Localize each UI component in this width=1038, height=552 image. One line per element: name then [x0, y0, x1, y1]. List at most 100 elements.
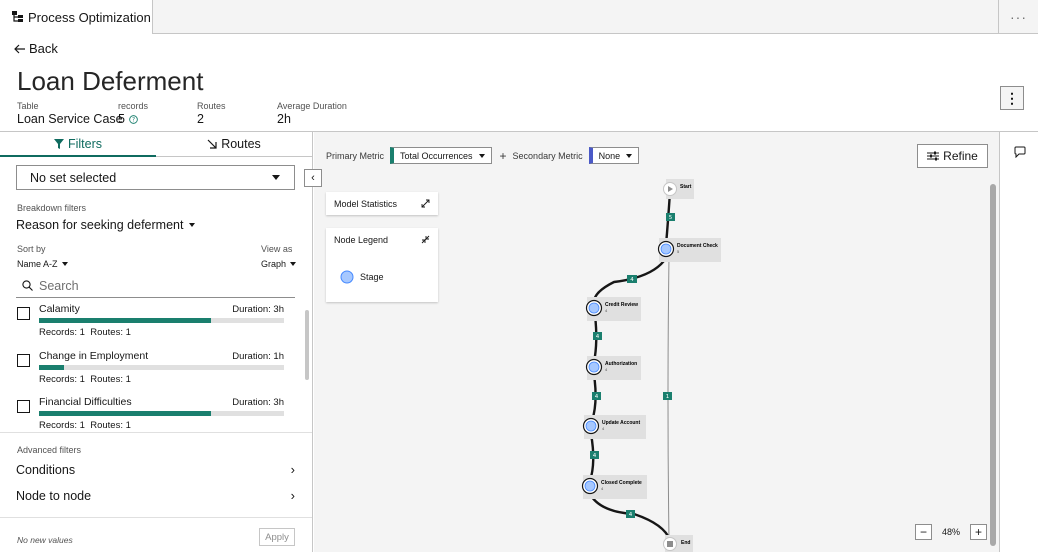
app-tab[interactable]: Process Optimization: [0, 0, 153, 34]
edge-badge: 4: [626, 510, 635, 518]
breakdown-dropdown[interactable]: Reason for seeking deferment: [16, 218, 196, 232]
back-link[interactable]: Back: [14, 41, 58, 56]
primary-metric-value: Total Occurrences: [400, 150, 473, 161]
node-update-account[interactable]: Update Account 4: [582, 415, 647, 439]
item-records: Records: 1: [39, 374, 85, 385]
node-label: Credit Review: [605, 302, 638, 308]
edge-badge: 4: [592, 392, 601, 400]
node-label: Document Check: [677, 243, 718, 249]
process-tree-icon: [12, 11, 23, 22]
item-name: Financial Difficulties: [39, 396, 132, 408]
caret-down-icon: [478, 153, 485, 158]
duration-bar: [39, 365, 284, 370]
node-document-check[interactable]: Document Check 5: [657, 238, 722, 262]
collapse-icon[interactable]: [421, 235, 430, 244]
advanced-filters-label: Advanced filters: [17, 445, 82, 455]
tab-routes-label: Routes: [221, 137, 261, 151]
apply-button[interactable]: Apply: [259, 528, 295, 546]
view-dropdown[interactable]: Graph: [261, 259, 297, 269]
node-legend-label: Node Legend: [334, 235, 389, 245]
node-label: End: [681, 540, 690, 546]
node-credit-review[interactable]: Credit Review 4: [585, 297, 642, 321]
edge-badge: 5: [666, 213, 675, 221]
search-input[interactable]: Search: [16, 274, 295, 298]
left-panel: Filters Routes No set selected ‹ Breakdo…: [0, 132, 322, 552]
edge-badge-label: 5: [669, 215, 673, 221]
meta-label: Average Duration: [277, 101, 347, 111]
node-start[interactable]: Start: [663, 179, 695, 199]
legend-stage-label: Stage: [360, 272, 384, 282]
primary-metric-label: Primary Metric: [326, 150, 384, 161]
secondary-metric-value: None: [598, 150, 621, 161]
zoom-out-button[interactable]: −: [915, 524, 932, 540]
item-stats: Records: 1 Routes: 1: [39, 374, 131, 385]
node-to-node-row[interactable]: Node to node ›: [16, 488, 295, 503]
process-map-canvas[interactable]: 5 4 4 4 4 4 1 Start Document Check 5 Cre…: [314, 132, 999, 552]
sort-value: Name A-Z: [17, 259, 58, 269]
page-actions-kebab-icon[interactable]: ⋮: [1000, 86, 1024, 110]
item-records: Records: 1: [39, 420, 85, 431]
tab-routes[interactable]: Routes: [156, 132, 312, 157]
node-closed-complete[interactable]: Closed Complete 4: [581, 475, 648, 499]
filter-icon: [53, 138, 64, 149]
zoom-level: 48%: [941, 527, 960, 537]
help-icon[interactable]: ?: [129, 114, 138, 124]
search-icon: [22, 280, 33, 291]
duration-bar: [39, 318, 284, 323]
model-statistics-label: Model Statistics: [334, 199, 398, 209]
conditions-row[interactable]: Conditions ›: [16, 462, 295, 477]
node-authorization[interactable]: Authorization 4: [585, 356, 642, 380]
caret-down-icon: [61, 262, 68, 266]
comment-icon[interactable]: [1014, 146, 1026, 158]
stage-node-icon: [340, 270, 354, 284]
view-label: View as: [261, 244, 293, 254]
caret-down-icon: [626, 153, 633, 158]
checkbox[interactable]: [17, 400, 30, 413]
collapse-panel-chevron-left-icon[interactable]: ‹: [304, 169, 322, 187]
node-to-node-label: Node to node: [16, 488, 92, 503]
item-duration: Duration: 3h: [232, 397, 284, 408]
breakdown-label: Breakdown filters: [17, 203, 87, 213]
meta-routes: Routes 2: [197, 101, 226, 126]
duration-bar-fill: [39, 411, 211, 416]
node-label: Start: [680, 184, 692, 190]
item-name: Change in Employment: [39, 350, 149, 362]
plus-icon[interactable]: +: [500, 149, 507, 163]
list-scrollbar[interactable]: [305, 310, 309, 380]
no-new-values-note: No new values: [17, 535, 73, 545]
tab-filters[interactable]: Filters: [0, 132, 156, 157]
edge-badge-label: 4: [595, 394, 599, 400]
right-rail: [999, 132, 1038, 552]
item-records: Records: 1: [39, 327, 85, 338]
edge-badge-label: 4: [593, 453, 597, 459]
view-value: Graph: [261, 259, 287, 269]
primary-metric-dropdown[interactable]: Total Occurrences: [390, 147, 492, 164]
refine-button[interactable]: Refine: [917, 144, 988, 168]
node-label: Update Account: [602, 420, 640, 426]
footer-divider: [0, 517, 312, 518]
edge-badge-label: 4: [629, 512, 633, 518]
expand-icon[interactable]: [421, 199, 430, 208]
node-end[interactable]: End: [663, 535, 694, 552]
secondary-metric-dropdown[interactable]: None: [588, 147, 640, 164]
canvas-scrollbar[interactable]: [990, 184, 996, 546]
chevron-right-icon: ›: [290, 462, 295, 477]
model-statistics-card[interactable]: Model Statistics: [326, 192, 438, 215]
caret-down-icon: [290, 262, 297, 266]
overflow-menu-icon[interactable]: ···: [998, 0, 1038, 34]
node-label: Authorization: [605, 361, 637, 367]
item-routes: Routes: 1: [90, 327, 131, 338]
meta-value: 5: [118, 112, 125, 126]
checkbox[interactable]: [17, 354, 30, 367]
item-stats: Records: 1 Routes: 1: [39, 420, 131, 431]
sort-dropdown[interactable]: Name A-Z: [17, 259, 68, 269]
metric-bar: Primary Metric Total Occurrences + Secon…: [326, 147, 640, 164]
checkbox[interactable]: [17, 307, 30, 320]
meta-duration: Average Duration 2h: [277, 101, 347, 126]
meta-records-value: 5 ?: [118, 112, 148, 126]
search-placeholder: Search: [39, 278, 79, 293]
item-duration: Duration: 3h: [232, 304, 284, 315]
meta-records: records 5 ?: [118, 101, 148, 126]
set-select-dropdown[interactable]: No set selected: [16, 165, 295, 190]
zoom-in-button[interactable]: +: [970, 524, 987, 540]
